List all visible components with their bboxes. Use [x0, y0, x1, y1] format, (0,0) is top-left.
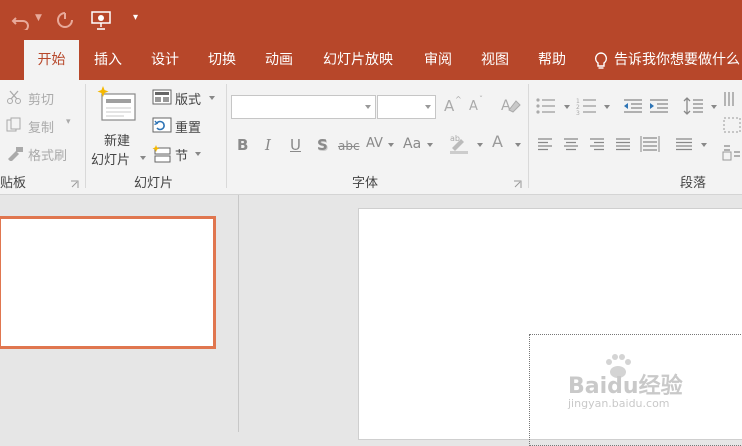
justify-icon[interactable]	[615, 137, 631, 151]
font-color-icon[interactable]: A	[490, 132, 510, 154]
dialog-launcher-icon[interactable]	[513, 180, 522, 189]
section-icon	[152, 145, 171, 163]
strikethrough-button[interactable]: abc	[338, 139, 360, 153]
align-left-icon[interactable]	[537, 137, 553, 151]
layout-icon	[152, 89, 172, 105]
customize-qat-icon[interactable]: ▾	[133, 12, 138, 23]
tab-transitions[interactable]: 切换	[198, 40, 246, 80]
font-color-dropdown-arrow[interactable]	[515, 143, 521, 147]
clear-formatting-icon[interactable]: A	[500, 95, 522, 115]
columns-dropdown-arrow[interactable]	[701, 143, 707, 147]
align-right-icon[interactable]	[589, 137, 605, 151]
slide-thumbnail-1[interactable]	[0, 216, 216, 349]
character-spacing-button[interactable]: AV	[366, 136, 383, 151]
scissors-icon	[7, 90, 21, 104]
tell-me-search[interactable]: 告诉我你想要做什么	[614, 40, 742, 80]
new-slide-icon[interactable]	[97, 86, 139, 124]
reset-button[interactable]: 重置	[175, 117, 201, 136]
repeat-icon[interactable]	[55, 10, 75, 30]
change-case-button[interactable]: Aa	[403, 136, 421, 152]
shrink-caret-icon: ˇ	[479, 95, 483, 104]
tab-animations[interactable]: 动画	[255, 40, 303, 80]
numbering-dropdown-arrow[interactable]	[604, 105, 610, 109]
bullets-icon[interactable]	[535, 97, 557, 115]
align-text-icon[interactable]	[722, 116, 742, 134]
format-painter-button[interactable]: 格式刷	[28, 145, 67, 164]
font-color-glyph: A	[492, 132, 503, 151]
tab-review[interactable]: 审阅	[414, 40, 462, 80]
group-separator	[85, 84, 86, 188]
ribbon-tab-bar: 开始 插入 设计 切换 动画 幻灯片放映 审阅 视图 帮助 告诉我你想要做什么	[0, 40, 742, 80]
font-name-dropdown[interactable]	[231, 95, 376, 119]
title-bar: ▼ ▾	[0, 0, 742, 40]
svg-text:A: A	[501, 98, 511, 114]
clipboard-group-label: 贴板	[0, 176, 27, 191]
new-slide-dropdown-arrow[interactable]	[140, 156, 146, 160]
case-dropdown-arrow[interactable]	[427, 143, 433, 147]
columns-icon[interactable]	[675, 137, 693, 151]
font-size-dropdown[interactable]	[377, 95, 436, 119]
tab-design[interactable]: 设计	[141, 40, 189, 80]
format-painter-icon	[8, 147, 23, 161]
highlight-dropdown-arrow[interactable]	[477, 143, 483, 147]
distributed-icon[interactable]	[640, 135, 660, 153]
layout-dropdown-arrow[interactable]	[209, 96, 215, 100]
line-spacing-icon[interactable]	[683, 96, 705, 116]
spacing-dropdown-arrow[interactable]	[388, 143, 394, 147]
new-slide-label-1[interactable]: 新建	[104, 130, 130, 149]
new-slide-button[interactable]: 幻灯片	[91, 149, 130, 168]
tab-view[interactable]: 视图	[471, 40, 519, 80]
line-spacing-dropdown-arrow[interactable]	[711, 105, 717, 109]
copy-icon	[6, 117, 21, 132]
tab-home[interactable]: 开始	[24, 40, 79, 80]
watermark-brand: Baidu经验	[568, 374, 683, 399]
align-center-icon[interactable]	[563, 137, 579, 151]
copy-button[interactable]: 复制	[28, 117, 54, 136]
svg-text:3: 3	[576, 110, 580, 115]
reset-icon	[152, 117, 172, 133]
text-direction-icon[interactable]	[722, 90, 742, 108]
increase-indent-icon[interactable]	[648, 97, 670, 115]
section-button[interactable]: 节	[175, 145, 188, 164]
grow-font-button[interactable]: A	[444, 97, 454, 115]
slides-group-label: 幻灯片	[134, 176, 174, 191]
italic-button[interactable]: I	[265, 136, 271, 154]
watermark-url: jingyan.baidu.com	[568, 397, 670, 410]
undo-dropdown-arrow[interactable]: ▼	[35, 13, 42, 23]
highlight-icon[interactable]: ab	[448, 132, 472, 154]
tab-slideshow[interactable]: 幻灯片放映	[315, 40, 401, 80]
tab-help[interactable]: 帮助	[528, 40, 576, 80]
numbering-icon[interactable]: 123	[576, 97, 598, 115]
paragraph-group-label: 段落	[680, 176, 707, 191]
bold-button[interactable]: B	[237, 136, 248, 154]
group-separator	[528, 84, 529, 188]
font-group-label: 字体	[352, 176, 379, 191]
text-shadow-button[interactable]: S	[317, 136, 328, 154]
dialog-launcher-icon[interactable]	[70, 180, 79, 189]
smartart-icon[interactable]	[722, 142, 742, 162]
bullets-dropdown-arrow[interactable]	[564, 105, 570, 109]
shrink-font-button[interactable]: A	[469, 99, 478, 114]
chevron-down-icon	[365, 105, 371, 109]
undo-icon[interactable]	[10, 10, 32, 30]
copy-dropdown-arrow[interactable]: ▾	[66, 117, 71, 127]
slideshow-from-start-icon[interactable]	[90, 9, 114, 31]
section-dropdown-arrow[interactable]	[195, 152, 201, 156]
lightbulb-icon	[594, 52, 608, 69]
cut-button[interactable]: 剪切	[28, 89, 54, 108]
chevron-down-icon	[425, 105, 431, 109]
layout-button[interactable]: 版式	[175, 89, 201, 108]
grow-caret-icon: ^	[455, 95, 462, 104]
decrease-indent-icon[interactable]	[622, 97, 644, 115]
group-separator	[226, 84, 227, 188]
tab-insert[interactable]: 插入	[84, 40, 132, 80]
underline-button[interactable]: U	[290, 136, 301, 154]
